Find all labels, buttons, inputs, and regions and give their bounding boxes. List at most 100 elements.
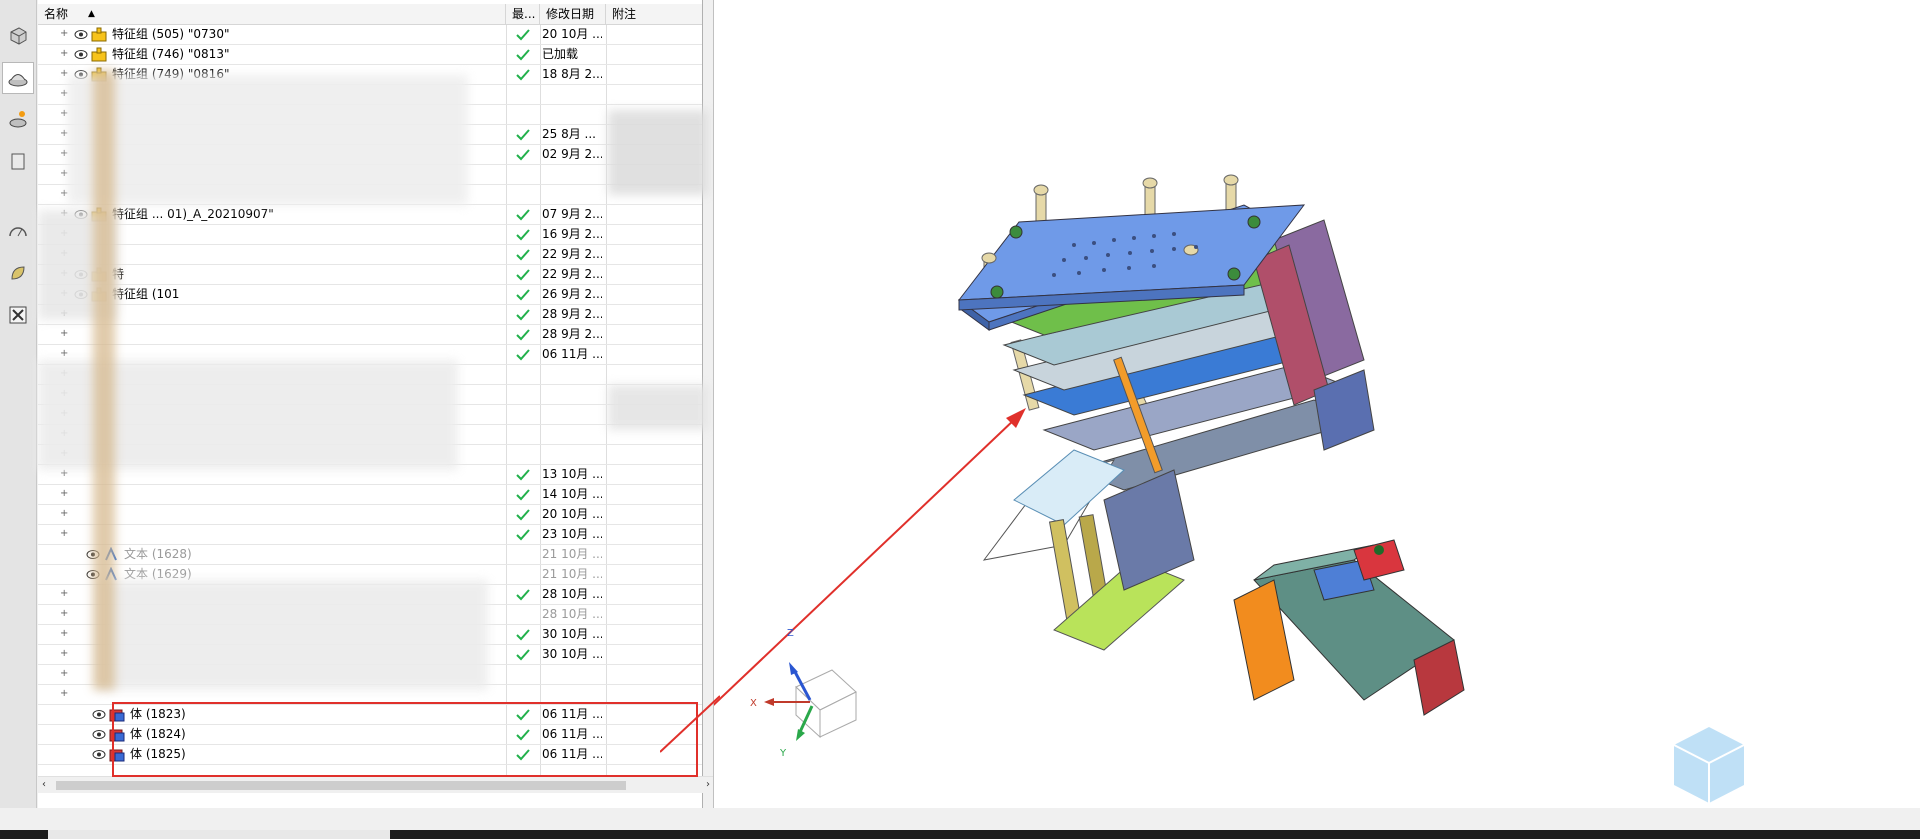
column-header-name[interactable]: 名称 ▲ bbox=[38, 4, 506, 24]
feature-tree-icon bbox=[8, 74, 28, 87]
up-to-date-check-icon bbox=[516, 249, 530, 261]
column-notes-label: 附注 bbox=[612, 7, 637, 21]
annotation-arrow bbox=[663, 417, 1017, 753]
assembly-navigator-tab[interactable] bbox=[3, 20, 33, 50]
feature-group-icon bbox=[91, 47, 107, 62]
expand-icon[interactable]: + bbox=[60, 328, 70, 340]
visibility-eye-icon[interactable] bbox=[92, 729, 106, 740]
row-name: 特征组 (101 bbox=[112, 287, 180, 301]
visibility-eye-icon[interactable] bbox=[92, 749, 106, 760]
tree-row[interactable]: +20 10月 ... bbox=[38, 505, 702, 525]
expand-icon[interactable]: + bbox=[60, 508, 70, 520]
resource-toolbar bbox=[0, 0, 37, 808]
row-modified-date: 30 10月 ... bbox=[542, 627, 602, 641]
gauge-icon bbox=[9, 227, 27, 237]
expand-icon[interactable]: + bbox=[60, 48, 70, 60]
expand-icon[interactable]: + bbox=[60, 668, 70, 680]
tree-row[interactable]: +特22 9月 2... bbox=[38, 265, 702, 285]
up-to-date-check-icon bbox=[516, 309, 530, 321]
row-modified-date bbox=[540, 405, 602, 424]
row-name: 文本 (1628) bbox=[124, 547, 192, 561]
sort-ascending-icon: ▲ bbox=[88, 9, 95, 19]
part-navigator-tab[interactable] bbox=[2, 62, 34, 94]
scrollbar-thumb[interactable] bbox=[56, 781, 626, 790]
scroll-left-icon[interactable]: ‹ bbox=[42, 779, 46, 790]
triad-y-label: Y bbox=[779, 748, 787, 759]
tree-row[interactable]: + 特征组 (746) "0813" 已加载 bbox=[38, 45, 702, 65]
row-modified-date bbox=[540, 665, 602, 684]
tree-row[interactable]: +23 10月 ... bbox=[38, 525, 702, 545]
annotation-highlight-box bbox=[112, 702, 698, 777]
reuse-library-tab[interactable] bbox=[3, 104, 33, 134]
column-name-label: 名称 bbox=[44, 7, 69, 21]
tree-row[interactable]: +22 9月 2... bbox=[38, 245, 702, 265]
up-to-date-check-icon bbox=[516, 629, 530, 641]
row-name bbox=[112, 325, 532, 344]
triad-x-label: X bbox=[750, 698, 757, 709]
row-modified-date: 22 9月 2... bbox=[542, 247, 602, 261]
row-modified-date: 28 10月 ... bbox=[542, 607, 602, 621]
expand-icon[interactable]: + bbox=[60, 588, 70, 600]
expand-icon[interactable]: + bbox=[60, 488, 70, 500]
expand-icon[interactable]: + bbox=[60, 608, 70, 620]
row-modified-date: 16 9月 2... bbox=[542, 227, 602, 241]
graphics-window[interactable]: X Y Z bbox=[663, 0, 1920, 808]
column-header-latest[interactable]: 最... bbox=[506, 4, 540, 24]
row-modified-date bbox=[540, 365, 602, 384]
horizontal-scrollbar[interactable]: ‹ › bbox=[38, 776, 722, 793]
up-to-date-check-icon bbox=[516, 129, 530, 141]
up-to-date-check-icon bbox=[516, 329, 530, 341]
tree-row[interactable]: +28 9月 2... bbox=[38, 325, 702, 345]
row-modified-date bbox=[540, 165, 602, 184]
up-to-date-check-icon bbox=[516, 269, 530, 281]
expand-icon[interactable]: + bbox=[60, 628, 70, 640]
up-to-date-check-icon bbox=[516, 229, 530, 241]
up-to-date-check-icon bbox=[516, 209, 530, 221]
tree-row[interactable]: +特征组 ... 01)_A_20210907"07 9月 2... bbox=[38, 205, 702, 225]
tree-row[interactable]: 文本 (1628) 21 10月 ... bbox=[38, 545, 702, 565]
row-modified-date: 28 10月 ... bbox=[542, 587, 602, 601]
row-modified-date bbox=[540, 385, 602, 404]
row-modified-date: 22 9月 2... bbox=[542, 267, 602, 281]
expand-icon[interactable]: + bbox=[60, 528, 70, 540]
row-name: 特征组 (746) "0813" bbox=[112, 47, 230, 61]
roles-tab[interactable] bbox=[3, 258, 33, 288]
tree-row[interactable]: + 特征组 (505) "0730" 20 10月 ... bbox=[38, 25, 702, 45]
row-modified-date: 13 10月 ... bbox=[542, 467, 602, 481]
column-header-modified[interactable]: 修改日期 bbox=[540, 4, 606, 24]
library-icon bbox=[9, 111, 27, 128]
obscured-region bbox=[93, 70, 115, 690]
row-modified-date: 26 9月 2... bbox=[542, 287, 602, 301]
os-taskbar bbox=[0, 830, 1920, 839]
expand-icon[interactable]: + bbox=[60, 688, 70, 700]
row-modified-date: 02 9月 2... bbox=[542, 147, 602, 161]
row-modified-date: 已加载 bbox=[542, 47, 579, 61]
tree-row[interactable]: +特征组 (10126 9月 2... bbox=[38, 285, 702, 305]
tools-tab[interactable] bbox=[3, 300, 33, 330]
obscured-region bbox=[68, 75, 468, 205]
expand-icon[interactable]: + bbox=[60, 348, 70, 360]
row-modified-date: 21 10月 ... bbox=[542, 547, 602, 561]
row-name: 特征组 ... 01)_A_20210907" bbox=[112, 207, 274, 221]
visibility-eye-icon[interactable] bbox=[92, 709, 106, 720]
tree-row[interactable]: +16 9月 2... bbox=[38, 225, 702, 245]
history-tab[interactable] bbox=[3, 146, 33, 176]
visibility-eye-icon[interactable] bbox=[74, 29, 88, 40]
tree-row[interactable]: +28 9月 2... bbox=[38, 305, 702, 325]
up-to-date-check-icon bbox=[516, 589, 530, 601]
triad-z-label: Z bbox=[787, 628, 794, 639]
up-to-date-check-icon bbox=[516, 29, 530, 41]
tree-row[interactable]: +14 10月 ... bbox=[38, 485, 702, 505]
expand-icon[interactable]: + bbox=[60, 648, 70, 660]
row-modified-date: 21 10月 ... bbox=[542, 567, 602, 581]
process-studio-tab[interactable] bbox=[3, 216, 33, 246]
row-modified-date bbox=[540, 105, 602, 124]
row-modified-date: 07 9月 2... bbox=[542, 207, 602, 221]
mold-assembly-model[interactable]: X Y Z bbox=[663, 0, 1920, 808]
row-modified-date bbox=[540, 85, 602, 104]
expand-icon[interactable]: + bbox=[60, 28, 70, 40]
annotation-arrow-connector bbox=[660, 695, 720, 753]
row-name: 特 bbox=[112, 267, 125, 281]
row-modified-date bbox=[540, 185, 602, 204]
visibility-eye-icon[interactable] bbox=[74, 49, 88, 60]
